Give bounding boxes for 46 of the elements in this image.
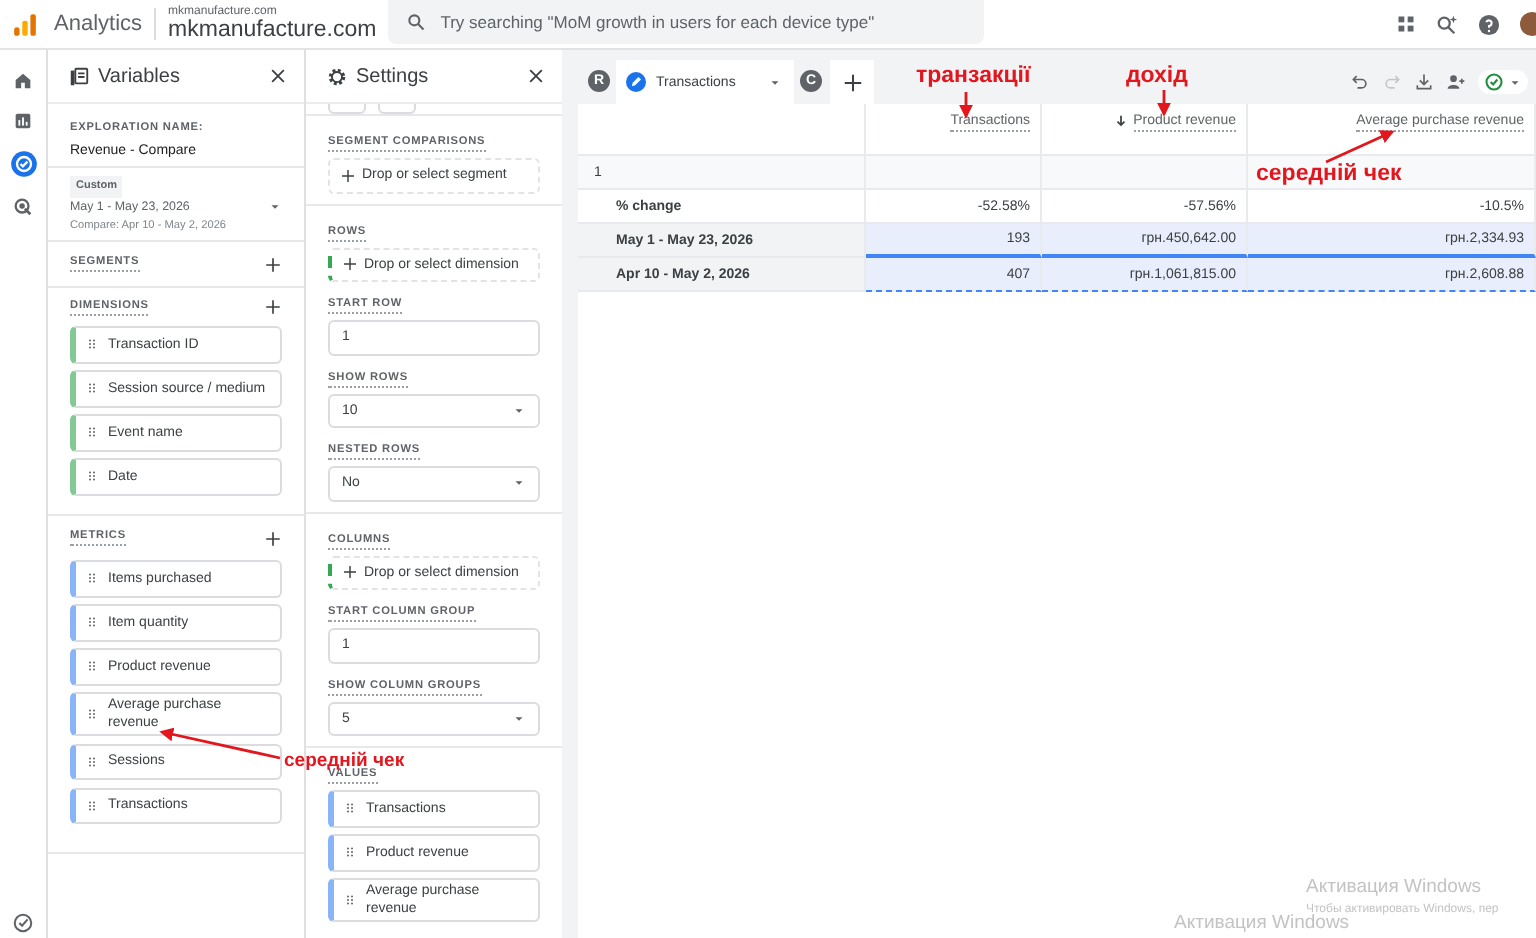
annotation-label: середній чек (1256, 160, 1402, 188)
pencil-icon (626, 72, 646, 92)
annotation-arrow (1157, 90, 1171, 117)
caret-icon (512, 403, 526, 418)
undo-icon[interactable] (1350, 72, 1370, 92)
sort-down-icon (1113, 114, 1128, 128)
search-field[interactable]: Try searching "MoM growth in users for each device type" (388, 0, 985, 44)
plus-icon (340, 167, 356, 184)
panel-title: Settings (356, 65, 429, 87)
annotation-label: дохід (1126, 62, 1188, 90)
settings-icon (326, 65, 348, 87)
annotation-label: транзакції (916, 62, 1031, 90)
panel-title: Variables (98, 65, 180, 87)
plus-icon (342, 564, 358, 581)
product-name: Analytics (54, 8, 157, 40)
share-icon[interactable] (1446, 72, 1466, 92)
close-icon[interactable] (268, 66, 288, 86)
annotation-arrow (1325, 130, 1395, 164)
plus-icon (264, 298, 282, 316)
apps-grid-icon[interactable] (1396, 14, 1416, 34)
search-icon (406, 12, 427, 32)
caret-icon (512, 711, 526, 726)
caret-icon (768, 75, 782, 89)
variables-icon (68, 65, 90, 87)
activation-notice: Активация Windows (1306, 876, 1482, 898)
explore-icon[interactable] (9, 150, 37, 178)
admin-check-icon[interactable] (12, 912, 34, 934)
analytics-logo-icon (12, 11, 38, 37)
target-icon[interactable] (12, 196, 34, 218)
add-tab-button[interactable] (830, 60, 874, 104)
plus-icon (264, 255, 282, 273)
check-circle-icon (1484, 72, 1504, 92)
caret-icon (1508, 75, 1522, 89)
plus-icon (264, 529, 282, 547)
home-icon[interactable] (12, 70, 34, 92)
status-dropdown[interactable] (1478, 70, 1528, 94)
plus-icon (841, 71, 863, 93)
activation-notice: Активация Windows (1174, 912, 1350, 934)
close-icon[interactable] (526, 66, 546, 86)
bar-chart-icon[interactable] (12, 110, 34, 132)
caret-icon (268, 200, 282, 214)
help-icon[interactable] (1478, 13, 1500, 35)
property-name[interactable]: mkmanufacture.com (168, 19, 377, 43)
plus-icon (342, 256, 358, 273)
download-icon[interactable] (1414, 72, 1434, 92)
search-sparkle-icon[interactable] (1436, 13, 1458, 35)
